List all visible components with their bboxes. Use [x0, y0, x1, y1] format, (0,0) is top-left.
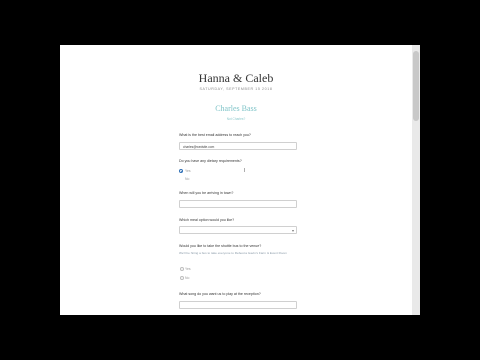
not-you-link[interactable]: Not Charles? [60, 117, 412, 121]
dietary-yes-radio[interactable] [179, 169, 183, 173]
shuttle-question-label: Would you like to take the shuttle bus t… [179, 244, 262, 248]
arriving-field[interactable] [179, 200, 297, 208]
meal-question-label: Which meal option would you like? [179, 218, 235, 222]
email-field-value: charles@wedsite.com [183, 145, 215, 149]
rsvp-page: Hanna & Caleb SATURDAY, SEPTEMBER 15 201… [60, 45, 412, 315]
song-field[interactable] [179, 301, 297, 309]
browser-viewport: Hanna & Caleb SATURDAY, SEPTEMBER 15 201… [60, 45, 420, 315]
song-question-label: What song do you want us to play at the … [179, 292, 261, 296]
chevron-down-icon: ▾ [291, 228, 294, 233]
scrollbar[interactable] [412, 45, 420, 315]
page-title: Hanna & Caleb [198, 71, 274, 85]
dietary-question-label: Do you have any dietary requirements? [179, 159, 242, 163]
event-date: SATURDAY, SEPTEMBER 15 2018 [199, 87, 273, 91]
email-question-label: What is the best email address to reach … [179, 133, 251, 137]
dietary-yes-label[interactable]: Yes [185, 169, 191, 173]
meal-select[interactable]: ▾ [179, 226, 297, 234]
shuttle-no-label[interactable]: No [185, 276, 189, 280]
email-field[interactable]: charles@wedsite.com [179, 142, 297, 150]
shuttle-help-text: We'll be hiring a bus to take everyone t… [179, 251, 287, 255]
shuttle-yes-radio[interactable] [180, 267, 184, 271]
shuttle-yes-label[interactable]: Yes [185, 267, 191, 271]
shuttle-no-radio[interactable] [180, 276, 184, 280]
dietary-no-label[interactable]: No [185, 177, 189, 181]
arriving-question-label: When will you be arriving in town? [179, 191, 234, 195]
guest-name: Charles Bass [215, 104, 257, 113]
scrollbar-thumb[interactable] [413, 51, 419, 121]
text-cursor-icon: I [244, 168, 246, 174]
